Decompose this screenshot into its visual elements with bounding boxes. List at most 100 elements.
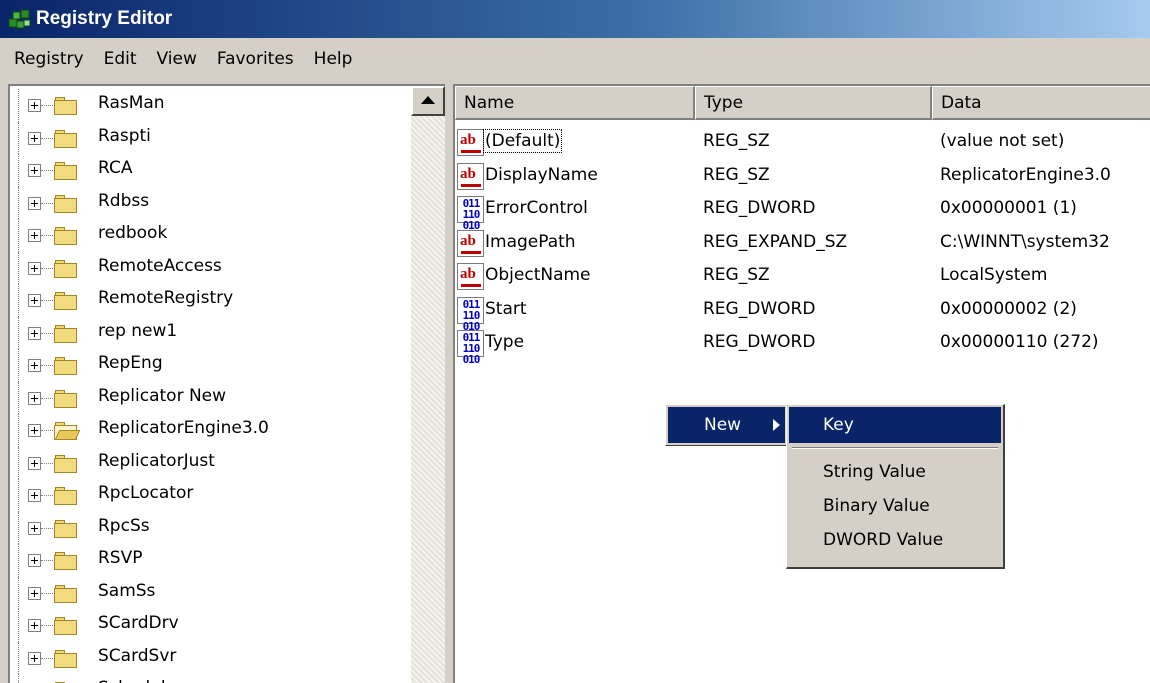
folder-closed-icon bbox=[54, 357, 78, 375]
tree-item-label: ReplicatorEngine3.0 bbox=[98, 418, 269, 438]
tree-item[interactable]: RemoteAccess bbox=[10, 251, 410, 285]
binary-value-icon: 011 110 010 bbox=[457, 330, 484, 365]
tree-item[interactable]: SCardSvr bbox=[10, 641, 410, 675]
binary-value-icon: 011 110 010 bbox=[457, 296, 484, 332]
submenu-item-key[interactable]: Key bbox=[789, 407, 1001, 443]
tree-item[interactable]: RSVP bbox=[10, 544, 410, 577]
tree-connector bbox=[41, 202, 53, 204]
expand-icon[interactable] bbox=[28, 164, 41, 177]
tree-rows: RasMan Raspti RCA Rdbss redbook RemoteAccess R… bbox=[10, 89, 410, 683]
tree-item-label: rep new1 bbox=[98, 320, 178, 341]
expand-icon[interactable] bbox=[28, 521, 41, 535]
column-header-name[interactable]: Name bbox=[455, 86, 695, 120]
value-type: REG_DWORD bbox=[703, 332, 816, 352]
submenu-item-binary-value[interactable]: Binary Value bbox=[789, 489, 1001, 523]
tree-item[interactable]: Replicator New bbox=[10, 381, 410, 415]
tree-item[interactable]: Rdbss bbox=[10, 186, 410, 220]
expand-icon[interactable] bbox=[28, 359, 41, 372]
value-data: (value not set) bbox=[940, 131, 1065, 151]
folder-closed-icon bbox=[54, 649, 78, 668]
tree-item[interactable]: RemoteRegistry bbox=[10, 284, 410, 317]
menu-help[interactable]: Help bbox=[304, 49, 363, 69]
tree-item-label: Rdbss bbox=[98, 190, 150, 211]
tree-connector bbox=[41, 462, 53, 464]
tree-item-label: RSVP bbox=[98, 548, 143, 568]
tree-item-label: Schedule bbox=[98, 678, 176, 683]
tree-item[interactable]: RCA bbox=[10, 154, 410, 187]
title-bar[interactable]: Registry Editor bbox=[0, 0, 1150, 38]
tree-item[interactable]: RasMan bbox=[10, 89, 410, 122]
tree-connector bbox=[41, 170, 53, 171]
string-value-icon: ab bbox=[457, 162, 484, 190]
value-name: Start bbox=[485, 298, 527, 319]
tree-item[interactable]: Schedule bbox=[10, 674, 410, 683]
value-name: ImagePath bbox=[485, 231, 576, 252]
submenu-item-dword-value[interactable]: DWORD Value bbox=[789, 523, 1001, 557]
expand-icon[interactable] bbox=[28, 424, 41, 437]
string-value-icon: ab bbox=[457, 229, 484, 257]
expand-icon[interactable] bbox=[28, 391, 41, 405]
expand-icon[interactable] bbox=[28, 586, 41, 600]
tree-connector bbox=[41, 267, 53, 269]
tree-item[interactable]: RpcLocator bbox=[10, 479, 410, 512]
folder-closed-icon bbox=[54, 519, 78, 538]
folder-closed-icon bbox=[54, 162, 78, 180]
submenu-separator bbox=[789, 443, 1001, 453]
scroll-up-button[interactable] bbox=[411, 86, 445, 116]
menu-edit[interactable]: Edit bbox=[94, 49, 147, 69]
expand-icon[interactable] bbox=[28, 99, 41, 112]
tree-item-label: RemoteRegistry bbox=[98, 288, 234, 308]
menu-favorites[interactable]: Favorites bbox=[207, 49, 304, 69]
folder-closed-icon bbox=[54, 227, 78, 245]
folder-closed-icon bbox=[54, 259, 78, 278]
tree-item[interactable]: SamSs bbox=[10, 576, 410, 610]
string-value-icon: ab bbox=[457, 263, 484, 290]
pane-splitter[interactable] bbox=[445, 84, 453, 683]
tree-item[interactable]: redbook bbox=[10, 219, 410, 252]
tree-item[interactable]: RpcSs bbox=[10, 511, 410, 545]
expand-icon[interactable] bbox=[28, 489, 41, 502]
expand-icon[interactable] bbox=[28, 294, 41, 307]
values-list[interactable]: Name Type Data ab (Default) REG_SZ (value n… bbox=[453, 84, 1150, 683]
tree-scrollbar[interactable] bbox=[411, 86, 445, 683]
expand-icon[interactable] bbox=[28, 261, 41, 275]
expand-icon[interactable] bbox=[28, 456, 41, 470]
value-data: 0x00000110 (272) bbox=[940, 332, 1099, 352]
folder-closed-icon bbox=[54, 454, 78, 473]
tree-connector bbox=[41, 235, 53, 236]
tree-connector bbox=[41, 397, 53, 399]
menu-registry[interactable]: Registry bbox=[4, 49, 94, 69]
tree-connector bbox=[41, 105, 53, 106]
expand-icon[interactable] bbox=[28, 619, 41, 632]
tree-item-label: Raspti bbox=[98, 125, 151, 146]
expand-icon[interactable] bbox=[28, 554, 41, 567]
column-header-data[interactable]: Data bbox=[932, 86, 1150, 120]
registry-tree[interactable]: RasMan Raspti RCA Rdbss redbook RemoteAccess R… bbox=[8, 84, 445, 683]
value-data: C:\WINNT\system32 bbox=[940, 231, 1110, 252]
tree-item[interactable]: Raspti bbox=[10, 121, 410, 155]
submenu-item-string-value[interactable]: String Value bbox=[789, 455, 1001, 489]
expand-icon[interactable] bbox=[28, 326, 41, 340]
expand-icon[interactable] bbox=[28, 229, 41, 242]
tree-item-label: SCardDrv bbox=[98, 613, 179, 633]
expand-icon[interactable] bbox=[28, 131, 41, 145]
tree-item[interactable]: RepEng bbox=[10, 349, 410, 382]
column-header-type[interactable]: Type bbox=[695, 86, 932, 120]
tree-item[interactable]: ReplicatorJust bbox=[10, 446, 410, 480]
expand-icon[interactable] bbox=[28, 196, 41, 210]
tree-item-label: RasMan bbox=[98, 93, 165, 113]
folder-closed-icon bbox=[54, 552, 78, 570]
tree-item-label: RemoteAccess bbox=[98, 255, 222, 276]
new-submenu: Key String Value Binary Value DWORD Valu… bbox=[786, 404, 1005, 569]
tree-item-label: SamSs bbox=[98, 580, 156, 601]
tree-item-label: SCardSvr bbox=[98, 645, 177, 666]
tree-item[interactable]: rep new1 bbox=[10, 316, 410, 350]
tree-item[interactable]: SCardDrv bbox=[10, 609, 410, 642]
menu-view[interactable]: View bbox=[147, 49, 207, 69]
tree-item[interactable]: ReplicatorEngine3.0 bbox=[10, 414, 410, 447]
menu-bar: Registry Edit View Favorites Help bbox=[0, 38, 1150, 80]
context-menu-new[interactable]: New bbox=[668, 407, 785, 443]
tree-item-label: RpcLocator bbox=[98, 483, 194, 503]
string-value-icon: ab bbox=[457, 129, 484, 156]
expand-icon[interactable] bbox=[28, 651, 41, 665]
